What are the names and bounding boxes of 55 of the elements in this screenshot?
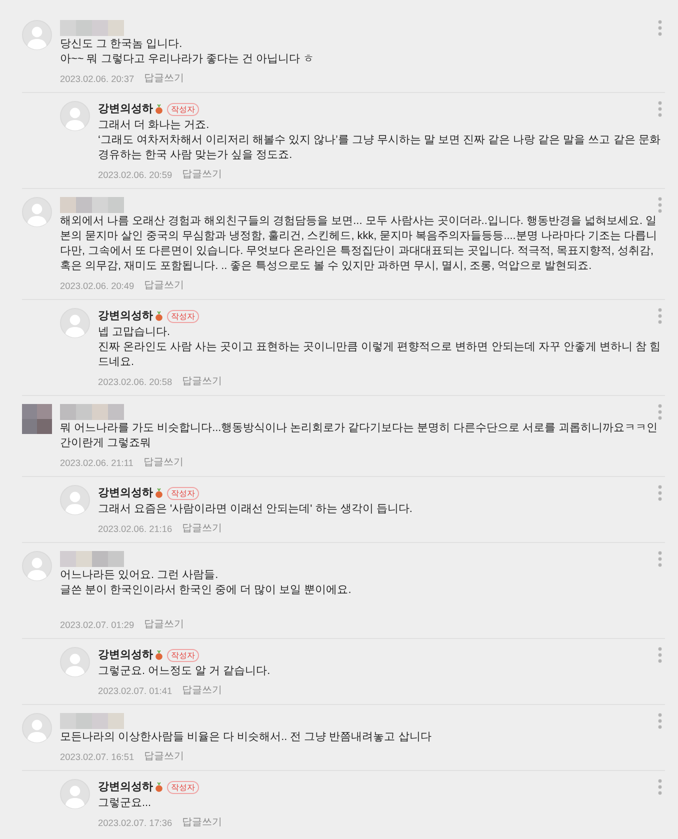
author-badge: 작성자 xyxy=(167,486,199,500)
comment-date: 2023.02.06. 20:49 xyxy=(60,280,134,293)
reply-link[interactable]: 답글쓰기 xyxy=(144,618,184,632)
comment-text: 어느나라든 있어요. 그런 사람들. 글쓴 분이 한국인이라서 한국인 중에 더 많이 보일 뿐이에요. xyxy=(60,568,352,598)
comment-text: 그래서 요즘은 '사람이라면 이래선 안되는데' 하는 생각이 듭니다. xyxy=(98,502,414,517)
author-badge: 작성자 xyxy=(167,310,199,322)
reply-link[interactable]: 답글쓰기 xyxy=(144,72,184,86)
author-name[interactable]: 강변의성하 xyxy=(98,779,153,795)
fruit-icon xyxy=(155,311,163,321)
comment-text: 모든나라의 이상한사람들 비율은 다 비슷해서.. 전 그냥 반쯤내려놓고 삽니다 xyxy=(60,730,432,745)
comment-text: 그렇군요... xyxy=(98,796,152,811)
reply-link[interactable]: 답글쓰기 xyxy=(182,816,222,830)
reply-link[interactable]: 답글쓰기 xyxy=(144,750,184,764)
author-name[interactable]: 강변의성하 xyxy=(98,647,153,663)
comment-text: 뭐 어느나라를 가도 비슷합니다...행동방식이나 논리회로가 같다기보다는 분명히 다른수단으로 서로를 괴롭히니까요ㅋㅋ인간이란게 그렇죠뭐 xyxy=(60,421,658,451)
more-icon[interactable] xyxy=(658,647,662,663)
more-icon[interactable] xyxy=(658,485,662,501)
more-icon[interactable] xyxy=(658,551,662,567)
comment-date: 2023.02.06. 21:11 xyxy=(60,457,134,470)
reply-link[interactable]: 답글쓰기 xyxy=(182,684,222,698)
comment-text: 넵 고맙습니다. 진짜 온라인도 사람 사는 곳이고 표현하는 곳이니만큼 이렇게 편향적으로 변하면 안되는데 자꾸 안좋게 변하니 참 힘드네요. xyxy=(98,325,662,370)
comment-date: 2023.02.07. 01:41 xyxy=(98,685,172,698)
author-badge: 작성자 xyxy=(167,102,199,116)
reply-link[interactable]: 답글쓰기 xyxy=(182,522,222,536)
comment-text: 그렇군요. 어느정도 알 거 같습니다. xyxy=(98,664,272,679)
fruit-icon xyxy=(155,782,163,792)
more-icon[interactable] xyxy=(658,20,662,36)
comment-date: 2023.02.07. 01:29 xyxy=(60,619,134,632)
author-name[interactable]: 강변의성하 xyxy=(98,485,153,501)
comment-text: 그래서 더 화나는 거죠. ‘그래도 여차저차해서 이리저리 해볼수 있지 않나’를 그냥 무시하는 말 보면 진짜 같은 나랑 같은 말을 쓰고 같은 문화 경유하는 한국 사람 맞는가 싶을 정도죠. xyxy=(98,118,662,163)
reply-link[interactable]: 답글쓰기 xyxy=(144,279,184,293)
comment-date: 2023.02.06. 20:59 xyxy=(98,169,172,182)
comment-date: 2023.02.06. 20:37 xyxy=(60,73,134,86)
author-name[interactable]: 강변의성하 xyxy=(98,308,153,324)
comment-text: 당신도 그 한국놈 입니다. 아~~ 뭐 그렇다고 우리나라가 좋다는 건 아닙니다 ㅎ xyxy=(60,37,315,67)
reply-link[interactable]: 답글쓰기 xyxy=(182,168,222,182)
fruit-icon xyxy=(155,650,163,660)
comment-text: 해외에서 나름 오래산 경험과 해외친구들의 경험담등을 보면... 모두 사람사는 곳이더라..입니다. 행동반경을 넓혀보세요. 일본의 묻지마 살인 중국의 무심함과 냉정함, 훌리건, 스킨헤드, kkk, 묻지마 복음주의자들등등....분명 나라마다 기조는 다릅니다만, 그속에서 또 다른면이 있습니다. 무엇보다 온라인은 특정집단이 과대대표되는 곳입니다. 적극적, 목표지향적, 성취감, 혹은 의무감, 재미도 포함됩니다. .. 좋은 특성으로도 볼 수 있지만 과하면 무시, 멸시, 조롱, 억압으로 발현되죠. xyxy=(60,214,658,274)
more-icon[interactable] xyxy=(658,197,662,213)
author-name[interactable]: 강변의성하 xyxy=(98,101,153,117)
more-icon[interactable] xyxy=(658,404,662,420)
comment-date: 2023.02.06. 20:58 xyxy=(98,376,172,389)
more-icon[interactable] xyxy=(658,779,662,795)
more-icon[interactable] xyxy=(658,101,662,117)
comment-date: 2023.02.06. 21:16 xyxy=(98,523,172,536)
more-icon[interactable] xyxy=(658,308,662,324)
more-icon[interactable] xyxy=(658,713,662,729)
fruit-icon xyxy=(155,104,163,114)
author-badge: 작성자 xyxy=(167,648,199,662)
fruit-icon xyxy=(155,488,163,498)
reply-link[interactable]: 답글쓰기 xyxy=(143,456,184,470)
comment-date: 2023.02.07. 17:36 xyxy=(98,817,172,830)
author-badge: 작성자 xyxy=(167,780,199,794)
comment-date: 2023.02.07. 16:51 xyxy=(60,751,134,764)
reply-link[interactable]: 답글쓰기 xyxy=(182,375,222,389)
